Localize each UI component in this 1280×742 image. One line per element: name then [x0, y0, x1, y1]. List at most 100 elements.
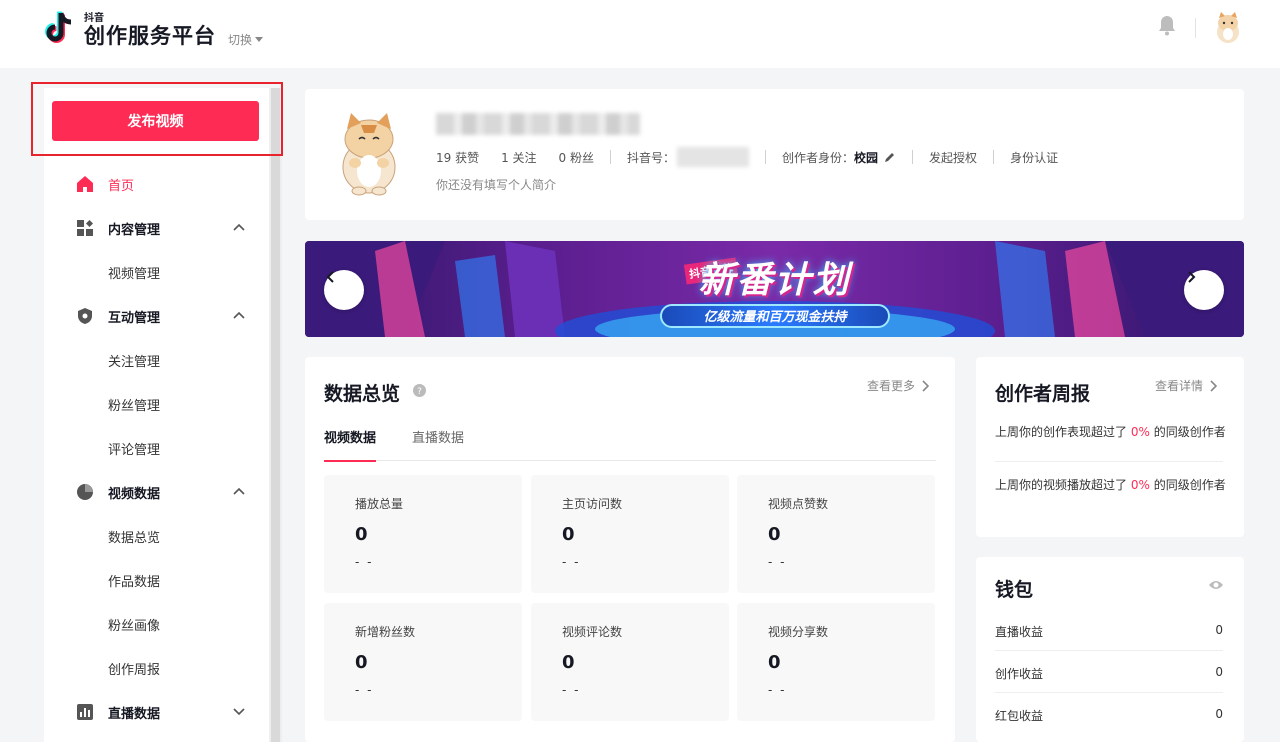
douyin-id-label: 抖音号：	[627, 150, 676, 165]
metric-value: 0	[768, 524, 781, 545]
sidebar-item-live-data[interactable]: 直播数据	[44, 690, 268, 734]
overview-more-link[interactable]: 查看更多	[867, 377, 930, 394]
fans-count[interactable]: 0 粉丝	[559, 149, 594, 166]
sidebar-item-label: 视频数据	[108, 487, 161, 502]
sidebar-item-label: 粉丝画像	[108, 619, 161, 634]
svg-text:?: ?	[417, 387, 422, 397]
metric-value: 0	[355, 524, 368, 545]
sidebar-item-follow-management[interactable]: 关注管理	[44, 338, 268, 382]
wallet-row-redpacket: 红包收益 0	[995, 693, 1223, 735]
metric-delta: - -	[562, 683, 581, 697]
more-label: 查看更多	[867, 379, 916, 393]
profile-stats: 19 获赞 1 关注 0 粉丝 抖音号： 创作者身份： 校园 发起授权 身份认证	[436, 147, 1058, 167]
sidebar-item-label: 关注管理	[108, 355, 161, 370]
shield-icon	[78, 308, 92, 324]
user-avatar[interactable]	[1212, 10, 1244, 44]
sidebar-item-label: 数据总览	[108, 531, 161, 546]
following-count[interactable]: 1 关注	[501, 149, 536, 166]
divider	[765, 150, 767, 164]
sidebar-item-video-data[interactable]: 视频数据	[44, 470, 268, 514]
home-icon	[77, 176, 93, 192]
chevron-left-icon	[326, 271, 334, 283]
wallet-title: 钱包	[995, 579, 1034, 601]
bell-icon[interactable]	[1157, 14, 1177, 36]
switch-label: 切换	[228, 33, 253, 47]
douyin-logo-icon[interactable]	[44, 10, 78, 46]
weekly-text: 上周你的视频播放超过了	[995, 478, 1128, 492]
metric-label: 视频分享数	[768, 625, 829, 639]
metric-label: 主页访问数	[562, 497, 623, 511]
sidebar-item-content-management[interactable]: 内容管理	[44, 206, 268, 250]
weekly-text: 的同级创作者	[1153, 478, 1226, 492]
sidebar-item-label: 创作周报	[108, 663, 161, 678]
verify-link[interactable]: 身份认证	[1010, 149, 1058, 166]
identity-label: 创作者身份：	[782, 150, 855, 165]
weekly-text: 的同级创作者	[1153, 425, 1226, 439]
wallet-value: 0	[1215, 665, 1223, 679]
metric-card-plays[interactable]: 播放总量 0 - -	[324, 475, 522, 593]
chevron-up-icon	[233, 311, 245, 319]
sidebar-scrollbar-track[interactable]	[269, 88, 282, 742]
publish-video-button[interactable]: 发布视频	[52, 101, 259, 141]
wallet-card: 钱包 直播收益 0 创作收益 0 红包收益 0	[976, 557, 1244, 742]
chevron-right-icon	[922, 379, 930, 392]
wallet-label: 红包收益	[995, 709, 1044, 723]
wallet-row-creation: 创作收益 0	[995, 651, 1223, 693]
authorize-link[interactable]: 发起授权	[929, 149, 977, 166]
wallet-label: 创作收益	[995, 667, 1044, 681]
weekly-text: 上周你的创作表现超过了	[995, 425, 1128, 439]
profile-avatar[interactable]	[327, 105, 411, 197]
metric-value: 0	[562, 524, 575, 545]
sidebar-item-fans-management[interactable]: 粉丝管理	[44, 382, 268, 426]
metric-label: 视频点赞数	[768, 497, 829, 511]
metric-delta: - -	[562, 555, 581, 569]
switch-dropdown[interactable]: 切换	[228, 31, 264, 48]
metric-delta: - -	[355, 555, 374, 569]
sidebar-item-video-management[interactable]: 视频管理	[44, 250, 268, 294]
metric-value: 0	[562, 652, 575, 673]
weekly-line-plays: 上周你的视频播放超过了 0% 的同级创作者	[995, 476, 1226, 493]
chevron-up-icon	[233, 487, 245, 495]
metric-card-homepage-visits[interactable]: 主页访问数 0 - -	[531, 475, 729, 593]
bar-chart-icon	[77, 704, 93, 720]
metric-delta: - -	[355, 683, 374, 697]
metric-delta: - -	[768, 683, 787, 697]
weekly-more-link[interactable]: 查看详情	[1155, 377, 1218, 394]
metric-value: 0	[768, 652, 781, 673]
eye-icon[interactable]	[1208, 579, 1224, 591]
tab-video-data[interactable]: 视频数据	[324, 427, 377, 462]
sidebar-item-works-data[interactable]: 作品数据	[44, 558, 268, 602]
sidebar-item-interaction-management[interactable]: 互动管理	[44, 294, 268, 338]
metric-card-video-shares[interactable]: 视频分享数 0 - -	[737, 603, 935, 721]
sidebar-item-label: 视频管理	[108, 267, 161, 282]
sidebar-item-fans-portrait[interactable]: 粉丝画像	[44, 602, 268, 646]
tab-live-data[interactable]: 直播数据	[412, 427, 464, 461]
promo-banner[interactable]: 抖音招募 新番计划 亿级流量和百万现金扶持	[305, 241, 1244, 337]
sidebar-item-label: 互动管理	[108, 311, 161, 326]
banner-next-button[interactable]	[1184, 270, 1224, 310]
metric-card-new-fans[interactable]: 新增粉丝数 0 - -	[324, 603, 522, 721]
metric-value: 0	[355, 652, 368, 673]
banner-prev-button[interactable]	[324, 270, 364, 310]
douyin-id-blurred	[677, 147, 750, 167]
sidebar-item-comment-management[interactable]: 评论管理	[44, 426, 268, 470]
overview-tabs: 视频数据 直播数据	[324, 427, 936, 462]
sidebar-item-home[interactable]: 首页	[44, 162, 268, 206]
help-icon[interactable]: ?	[413, 384, 426, 397]
weekly-percent: 0%	[1130, 425, 1150, 439]
sidebar-item-label: 作品数据	[108, 575, 161, 590]
nickname-blurred	[436, 113, 640, 135]
sidebar-scrollbar-thumb[interactable]	[271, 88, 280, 742]
divider	[912, 150, 914, 164]
metric-card-video-comments[interactable]: 视频评论数 0 - -	[531, 603, 729, 721]
sidebar-item-data-overview[interactable]: 数据总览	[44, 514, 268, 558]
weekly-report-card: 创作者周报 查看详情 上周你的创作表现超过了 0% 的同级创作者 上周你的视频播…	[976, 357, 1244, 537]
chevron-down-icon	[233, 708, 245, 716]
wallet-label: 直播收益	[995, 625, 1044, 639]
divider	[993, 150, 995, 164]
pie-icon	[77, 484, 93, 500]
brand-title[interactable]: 创作服务平台	[84, 20, 216, 50]
edit-pencil-icon[interactable]	[884, 151, 896, 163]
sidebar-item-weekly-report[interactable]: 创作周报	[44, 646, 268, 690]
metric-card-video-likes[interactable]: 视频点赞数 0 - -	[737, 475, 935, 593]
